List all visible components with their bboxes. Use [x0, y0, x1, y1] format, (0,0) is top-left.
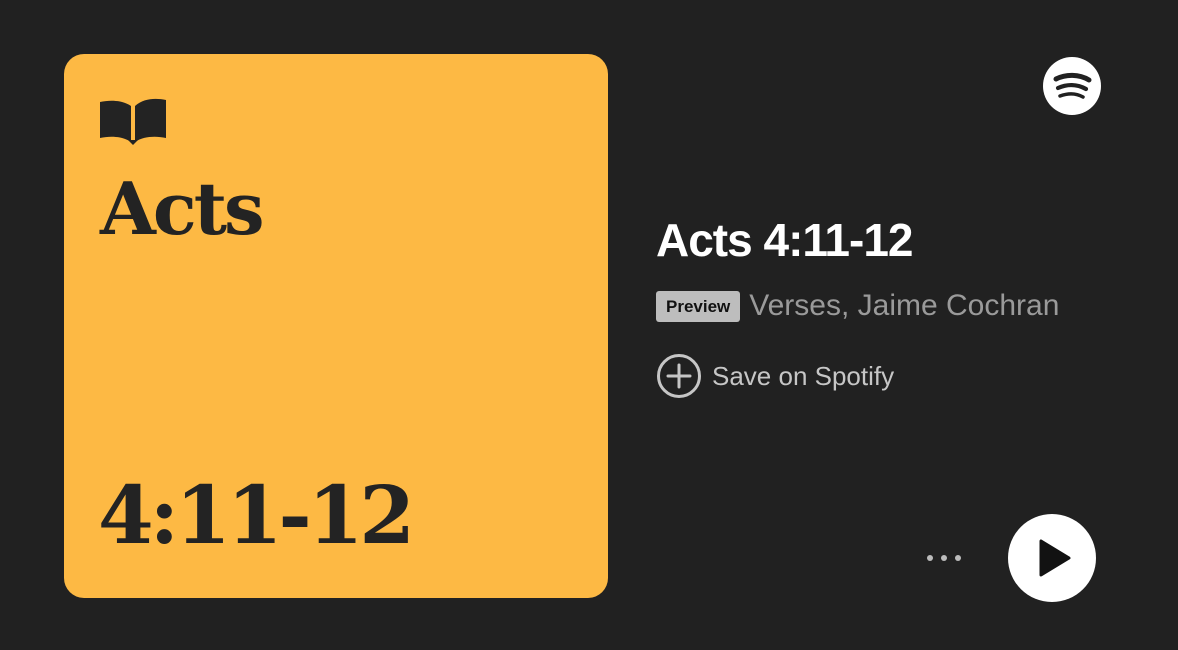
more-options-button[interactable]: [922, 541, 966, 575]
more-dots-icon: [955, 555, 961, 561]
cover-reference: 4:11-12: [98, 468, 415, 562]
save-label: Save on Spotify: [712, 361, 895, 391]
episode-title[interactable]: Acts 4:11-12: [656, 212, 913, 268]
more-dots-icon: [927, 555, 933, 561]
more-dots-icon: [941, 555, 947, 561]
cover-title: Acts: [100, 166, 264, 251]
cover-art: Acts 4:11-12: [64, 54, 608, 598]
play-icon: [1039, 539, 1071, 577]
play-button[interactable]: [1008, 514, 1096, 602]
preview-badge: Preview: [656, 290, 741, 322]
spotify-embed-player: Acts 4:11-12 Acts 4:11-12 Preview Verses…: [0, 0, 1178, 650]
artists-link[interactable]: Verses, Jaime Cochran: [749, 286, 1059, 326]
save-on-spotify-button[interactable]: Save on Spotify: [656, 352, 894, 400]
plus-circle-icon: [657, 354, 701, 398]
episode-meta: Preview Verses, Jaime Cochran: [656, 286, 1059, 326]
open-book-icon: [100, 98, 166, 145]
spotify-logo-icon[interactable]: [1043, 57, 1101, 115]
